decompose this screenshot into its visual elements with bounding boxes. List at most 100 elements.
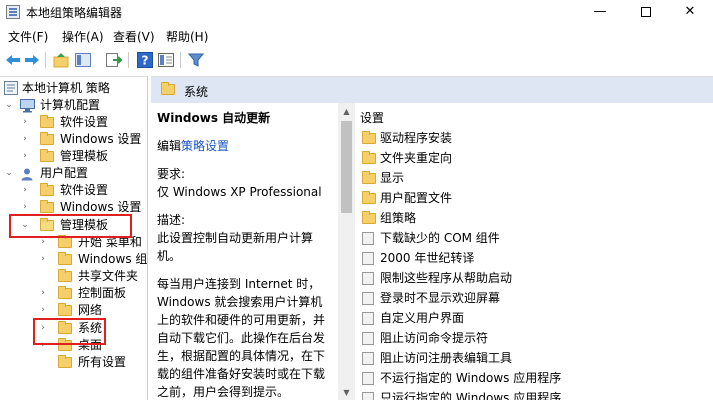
export-list-icon[interactable] [104,51,122,69]
user-icon [21,168,33,181]
edit-line: 编辑策略设置 [157,137,333,155]
chevron-right-icon[interactable]: › [20,114,30,131]
minimize-button[interactable]: — [577,0,623,24]
folder-icon [161,82,175,95]
requirements-value: 仅 Windows XP Professional [157,185,322,199]
settings-column-header[interactable]: 设置 [360,109,384,126]
chevron-right-icon[interactable]: › [38,302,48,319]
list-item-label: 只运行指定的 Windows 应用程序 [380,391,562,400]
description-body: 每当用户连接到 Internet 时，Windows 就会搜索用户计算机上的软件… [157,277,326,399]
scrollbar-thumb[interactable] [341,121,352,213]
policy-setting-icon [362,392,374,400]
tree-node-uc-software[interactable]: › 软件设置 [4,182,144,199]
chevron-right-icon[interactable]: › [38,285,48,302]
back-arrow-icon[interactable] [4,51,22,69]
list-item-label: 登录时不显示欢迎屏幕 [380,291,501,305]
details-header-title: 系统 [184,85,209,99]
folder-icon [40,200,54,213]
folder-icon [362,211,376,224]
tree-label: 用户配置 [40,166,89,180]
list-item-label: 显示 [380,171,405,185]
maximize-icon [641,6,651,17]
up-folder-icon[interactable] [52,51,70,69]
highlight-box-system [33,318,106,345]
tree-node-uc-all[interactable]: 所有设置 [4,354,147,371]
menu-action[interactable]: 操作(A) [62,28,104,45]
policy-setting-icon [362,352,374,365]
tree-label: Windows 组件 [78,252,148,266]
policy-setting-icon [362,312,374,325]
filter-icon[interactable] [187,51,205,69]
folder-icon [40,183,54,196]
tree-label: 计算机配置 [40,98,101,112]
settings-scrollbar[interactable] [696,227,713,400]
policy-editor-icon [6,5,20,19]
scroll-down-arrow-icon[interactable]: ▼ [338,384,355,400]
policy-settings-link[interactable]: 策略设置 [181,139,229,153]
chevron-right-icon[interactable]: › [20,182,30,199]
tree-label: 管理模板 [60,149,109,163]
chevron-right-icon[interactable]: › [38,251,48,268]
window-title: 本地组策略编辑器 [26,6,123,20]
list-item-label: 限制这些程序从帮助启动 [380,271,513,285]
toolbar-separator [128,52,129,68]
tree-node-local-policy[interactable]: 本地计算机 策略 [4,80,144,97]
details-header: 系统 [151,77,713,103]
tree-node-uc-control[interactable]: › 控制面板 [4,285,147,302]
svg-text:?: ? [142,54,149,68]
menu-view[interactable]: 查看(V) [113,28,155,45]
toolbar: ? [0,49,713,73]
chevron-down-icon[interactable]: ⌄ [4,165,14,182]
show-hide-tree-icon[interactable] [74,51,92,69]
menu-help[interactable]: 帮助(H) [166,28,208,45]
folder-icon [40,115,54,128]
policy-setting-icon [362,252,374,265]
tree-label: 本地计算机 策略 [22,81,110,95]
scroll-up-arrow-icon[interactable]: ▲ [338,103,355,120]
tree-node-cc-software[interactable]: › 软件设置 [4,114,144,131]
policy-setting-icon [362,372,374,385]
close-button[interactable]: ✕ [667,0,713,24]
folder-icon [362,191,376,204]
policy-setting-icon [362,292,374,305]
list-item-label: 组策略 [380,211,417,225]
tree-node-cc-admin[interactable]: › 管理模板 [4,148,144,165]
tree-label: 软件设置 [60,183,109,197]
maximize-button[interactable] [623,0,669,24]
forward-arrow-icon[interactable] [23,51,41,69]
menu-bar: 文件(F) 操作(A) 查看(V) 帮助(H) [0,26,713,46]
details-pane: 系统 Windows 自动更新 编辑策略设置 要求: 仅 Windows XP … [151,76,713,400]
tree-node-uc-network[interactable]: › 网络 [4,302,147,319]
tree-label: 控制面板 [78,286,127,300]
folder-icon [58,252,72,265]
tree-node-uc-shared[interactable]: 共享文件夹 [4,268,147,285]
list-item-label: 下载缺少的 COM 组件 [380,231,500,245]
list-item-label: 阻止访问命令提示符 [380,331,489,345]
menu-file[interactable]: 文件(F) [8,28,48,45]
folder-icon [58,286,72,299]
folder-icon [58,303,72,316]
chevron-down-icon[interactable]: ⌄ [4,97,14,114]
help-icon[interactable]: ? [136,51,154,69]
tree-label: 软件设置 [60,115,109,129]
edit-prefix: 编辑 [157,139,182,153]
folder-icon [58,235,72,248]
tree-node-user-config[interactable]: ⌄ 用户配置 [4,165,144,182]
toolbar-separator [180,52,181,68]
properties-icon[interactable] [157,51,175,69]
folder-icon [58,355,72,368]
tree-node-computer-config[interactable]: ⌄ 计算机配置 [4,97,144,114]
tree-label: 所有设置 [78,355,127,369]
title-bar: 本地组策略编辑器 — ✕ [0,0,713,24]
chevron-right-icon[interactable]: › [20,131,30,148]
chevron-right-icon[interactable]: › [20,148,30,165]
tree-node-uc-windows-comp[interactable]: › Windows 组件 [4,251,148,268]
tree-node-cc-windows[interactable]: › Windows 设置 [4,131,144,148]
folder-icon [58,269,72,282]
folder-icon [362,131,376,144]
folder-icon [40,132,54,145]
description-label: 描述: [157,213,186,227]
list-item-label: 2000 年世纪转译 [380,251,475,265]
list-item-label: 驱动程序安装 [380,131,453,145]
description-scrollbar[interactable]: ▲ ▼ [338,103,355,400]
